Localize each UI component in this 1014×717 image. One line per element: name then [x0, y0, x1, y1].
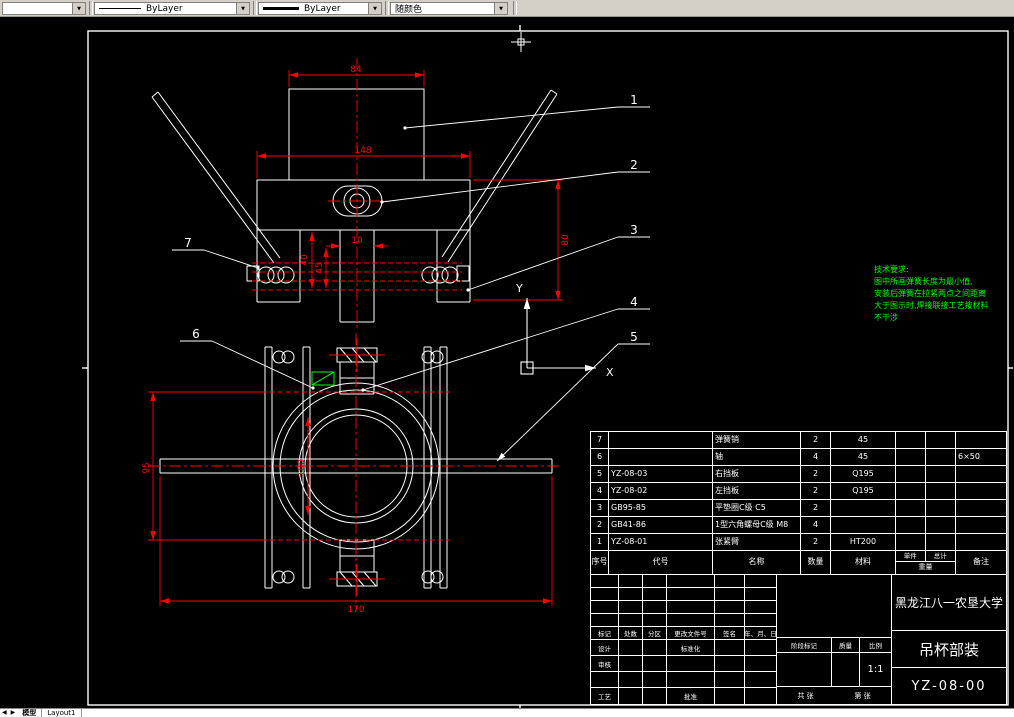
bom-row: 5 YZ-08-03 右挡板 2 Q195: [591, 466, 1006, 483]
title-block-left: 标记 处数 分区 更改文件号 签名 年、月、日 设计 标准化 审核 工艺 批准: [591, 575, 776, 705]
sheet-no-label: 第 张: [854, 692, 871, 700]
sheets-total-label: 共 张: [797, 692, 814, 700]
toolbar-separator: [89, 1, 93, 15]
tech-note-line: 图中所画弹簧长度为最小值,: [874, 276, 973, 286]
dim-bore: 100: [297, 459, 307, 476]
sign-table: 设计 标准化 审核 工艺 批准: [591, 640, 776, 705]
mass-value: [832, 653, 860, 686]
plotstyle-combo[interactable]: 随颜色 ▼: [390, 2, 508, 15]
balloon-leaders: [172, 106, 650, 462]
bom-header: 序号 代号 名称 数量 材料 单件 总计 重量 备注: [591, 551, 1006, 574]
stage-mark-area: [777, 575, 891, 638]
bom-header-weight-group: 单件 总计 重量: [896, 551, 956, 574]
dim-gap: 10: [351, 236, 363, 246]
plotstyle-combo-value: 随颜色: [395, 5, 423, 15]
linetype-preview-icon: [99, 8, 141, 9]
tab-scroll-left-icon[interactable]: ◀: [2, 709, 7, 717]
dim-a: 40: [300, 254, 310, 266]
title-block: 标记 处数 分区 更改文件号 签名 年、月、日 设计 标准化 审核 工艺 批准 阶段标记 质量 比…: [590, 575, 1007, 705]
balloon-numbers: 1 2 3 4 5 6 7: [184, 93, 638, 344]
balloon-7: 7: [184, 236, 192, 250]
tech-note-line: 不干涉: [874, 312, 898, 322]
scale-label: 比例: [869, 642, 882, 650]
properties-toolbar: ▼ ByLayer ▼ ByLayer ▼ 随颜色 ▼: [0, 0, 1014, 17]
toolbar-separator: [513, 1, 517, 15]
crosshair-cursor: [511, 32, 531, 52]
dim-b: 45: [315, 262, 325, 273]
toolbar-separator: [385, 1, 389, 15]
dimension-text: 84 148 80 40 45 10 170 95 100: [142, 65, 571, 615]
bom-row: 2 GB41-86 1型六角螺母C级 M8 4: [591, 517, 1006, 534]
centerlines: [148, 58, 562, 612]
balloon-2: 2: [630, 158, 638, 172]
stage-mark-value: [777, 653, 832, 686]
dim-side: 95: [142, 462, 152, 473]
drawing-canvas[interactable]: 84 148 80 40 45 10 170 95 100 1 2 3 4 5 …: [0, 17, 1014, 708]
dropdown-arrow-icon[interactable]: ▼: [494, 3, 507, 14]
dropdown-arrow-icon[interactable]: ▼: [236, 3, 249, 14]
tab-scroll-right-icon[interactable]: ▶: [11, 709, 16, 717]
bom-rows: 7 弹簧销 2 45 6 轴 4 45 6×50 5 YZ-08-03 右挡板 2 Q195 4 YZ-08-…: [591, 432, 1006, 551]
bom-table: 7 弹簧销 2 45 6 轴 4 45 6×50 5 YZ-08-03 右挡板 2 Q195 4 YZ-08-…: [590, 431, 1007, 575]
lineweight-combo[interactable]: ByLayer ▼: [258, 2, 382, 15]
bom-header-total: 总计: [933, 552, 947, 560]
upper-view: [151, 88, 558, 323]
organization-name: 黑龙江八一农垦大学: [892, 575, 1006, 631]
dim-length: 170: [347, 605, 364, 615]
balloon-5: 5: [630, 330, 638, 344]
bom-row: 1 YZ-08-01 张紧臂 2 HT200: [591, 534, 1006, 551]
bom-row: 7 弹簧销 2 45: [591, 432, 1006, 449]
bom-header-material: 材料: [831, 551, 896, 574]
tech-note-line: 安装后弹簧在拉紧两点之间距离: [874, 288, 986, 298]
lineweight-preview-icon: [263, 7, 299, 10]
bom-header-name: 名称: [713, 551, 801, 574]
layout-tab-bar: ◀ ▶ 模型 Layout1: [0, 708, 1014, 717]
balloon-3: 3: [630, 223, 638, 237]
dim-top: 84: [350, 65, 362, 75]
change-table: 标记 处数 分区 更改文件号 签名 年、月、日: [591, 575, 776, 640]
title-block-middle: 阶段标记 质量 比例 1:1 共 张 第 张: [776, 575, 891, 705]
tech-note-line: 技术要求:: [874, 264, 909, 274]
bom-row: 3 GB95-85 平垫圈C级 C5 2: [591, 500, 1006, 517]
toolbar-separator: [253, 1, 257, 15]
bom-header-weight: 重量: [918, 563, 933, 571]
bom-header-seq: 序号: [591, 551, 609, 574]
bom-row: 6 轴 4 45 6×50: [591, 449, 1006, 466]
bom-header-qty: 数量: [801, 551, 831, 574]
mass-label: 质量: [832, 638, 860, 652]
drawing-title: 吊杯部装: [892, 631, 1006, 668]
balloon-6: 6: [192, 327, 200, 341]
ucs-y-label: Y: [515, 282, 523, 295]
selected-object-highlight[interactable]: [311, 371, 335, 386]
layer-combo[interactable]: ▼: [2, 2, 86, 15]
bom-row: 4 YZ-08-02 左挡板 2 Q195: [591, 483, 1006, 500]
bom-header-code: 代号: [609, 551, 713, 574]
drawing-number: YZ-08-00: [911, 679, 987, 694]
dropdown-arrow-icon[interactable]: ▼: [72, 3, 85, 14]
ucs-x-label: X: [606, 366, 614, 379]
tab-layout1[interactable]: Layout1: [42, 709, 82, 717]
stage-mark-label: 阶段标记: [777, 638, 832, 652]
title-block-right: 黑龙江八一农垦大学 吊杯部装 YZ-08-00: [891, 575, 1006, 705]
bom-header-remark: 备注: [973, 557, 989, 566]
lineweight-combo-value: ByLayer: [304, 3, 341, 14]
linetype-combo[interactable]: ByLayer ▼: [94, 2, 250, 15]
scale-value: 1:1: [867, 664, 884, 675]
balloon-4: 4: [630, 295, 638, 309]
dropdown-arrow-icon[interactable]: ▼: [368, 3, 381, 14]
dim-height: 80: [561, 234, 571, 246]
tech-notes: 技术要求: 图中所画弹簧长度为最小值, 安装后弹簧在拉紧两点之间距离 大于图示时…: [874, 264, 989, 322]
ucs-labels: Y X: [515, 282, 614, 379]
tab-model[interactable]: 模型: [17, 709, 43, 717]
balloon-1: 1: [630, 93, 638, 107]
tech-note-line: 大于图示时,焊接联接工艺按材料: [874, 300, 989, 310]
bom-header-unit: 单件: [896, 551, 926, 561]
dim-width: 148: [354, 146, 371, 156]
linetype-combo-value: ByLayer: [146, 3, 183, 14]
